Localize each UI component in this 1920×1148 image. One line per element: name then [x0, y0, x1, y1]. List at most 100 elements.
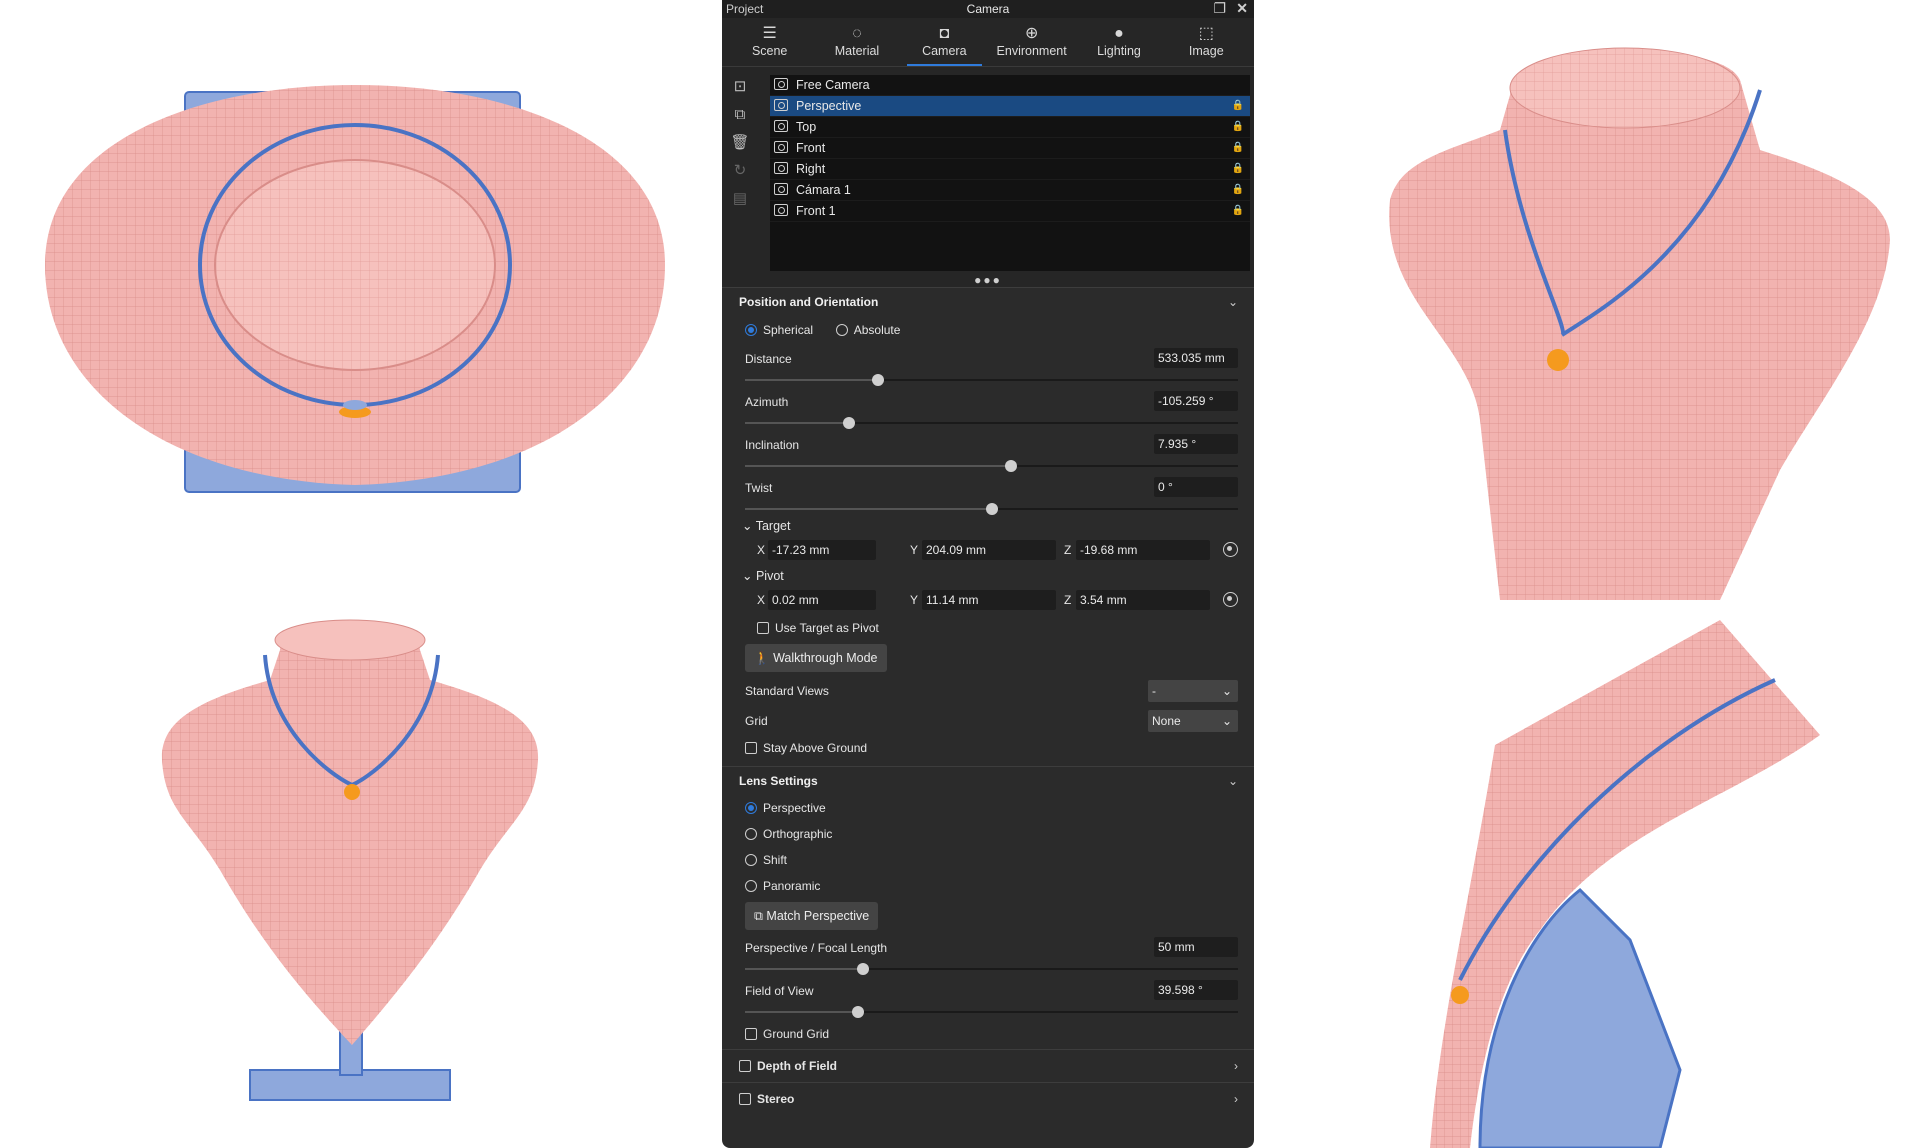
- lens-option-panoramic[interactable]: Panoramic: [722, 873, 1254, 899]
- match-perspective-row: ⧉ Match Perspective: [722, 899, 1254, 933]
- pivot-x-field[interactable]: 0.02 mm: [768, 590, 876, 610]
- camera-item-camara-1[interactable]: Cámara 1 🔒: [770, 180, 1250, 201]
- field-of-view-slider-track[interactable]: [745, 1006, 1238, 1018]
- camera-item-perspective[interactable]: Perspective 🔒: [770, 96, 1250, 117]
- orthographic-radio[interactable]: [745, 827, 757, 840]
- use-target-row: Use Target as Pivot: [722, 616, 1254, 640]
- pivot-group-header[interactable]: ⌄ Pivot: [722, 566, 1254, 586]
- restore-icon[interactable]: ❐: [1213, 0, 1226, 17]
- inclination-slider-knob[interactable]: [1005, 460, 1018, 472]
- stereo-header[interactable]: Stereo ›: [722, 1082, 1254, 1115]
- save-icon[interactable]: ▤: [726, 185, 754, 213]
- inclination-slider-track[interactable]: [745, 460, 1238, 472]
- camera-item-right[interactable]: Right 🔒: [770, 159, 1250, 180]
- distance-slider-knob[interactable]: [872, 374, 885, 386]
- camera-icon: [774, 78, 788, 90]
- match-perspective-button[interactable]: ⧉ Match Perspective: [745, 902, 879, 930]
- inclination-input[interactable]: 7.935 °: [1154, 434, 1238, 454]
- refresh-icon[interactable]: ↻: [726, 157, 754, 185]
- camera-panel: Project Camera ❐ ✕ ☰ Scene ◌ Material ◘ Cam…: [722, 0, 1254, 1148]
- azimuth-input[interactable]: -105.259 °: [1154, 391, 1238, 411]
- chevron-down-icon: ⌄: [742, 569, 753, 583]
- tab-lighting[interactable]: ● Lighting: [1075, 18, 1162, 66]
- camera-icon: [774, 99, 788, 111]
- target-x-field[interactable]: -17.23 mm: [768, 540, 876, 560]
- position-orientation-header[interactable]: Position and Orientation ⌄: [722, 287, 1254, 316]
- lens-option-shift[interactable]: Shift: [722, 847, 1254, 873]
- main-tabs: ☰ Scene ◌ Material ◘ Camera ⊕ Environment ● L…: [722, 18, 1254, 67]
- tab-environment[interactable]: ⊕ Environment: [988, 18, 1075, 66]
- azimuth-slider-track[interactable]: [745, 417, 1238, 429]
- lock-icon[interactable]: 🔒: [1232, 201, 1244, 221]
- shift-radio[interactable]: [745, 853, 757, 866]
- tab-scene[interactable]: ☰ Scene: [726, 18, 813, 66]
- use-target-checkbox[interactable]: [757, 621, 769, 634]
- distance-input[interactable]: 533.035 mm: [1154, 348, 1238, 368]
- bust-mesh: [161, 631, 539, 1045]
- camera-item-front[interactable]: Front 🔒: [770, 138, 1250, 159]
- walkthrough-button[interactable]: 🚶 Walkthrough Mode: [745, 644, 887, 672]
- azimuth-control: Azimuth -105.259 °: [722, 387, 1254, 430]
- twist-input[interactable]: 0 °: [1154, 477, 1238, 497]
- focal-length-slider-track[interactable]: [745, 963, 1238, 975]
- lock-icon[interactable]: 🔒: [1232, 117, 1244, 137]
- focal-length-slider-knob[interactable]: [857, 963, 870, 975]
- spherical-radio[interactable]: [745, 323, 757, 336]
- focal-length-input[interactable]: 50 mm: [1154, 937, 1238, 957]
- twist-control: Twist 0 °: [722, 473, 1254, 516]
- standard-views-select[interactable]: - ⌄: [1148, 680, 1238, 702]
- grid-row: Grid None ⌄: [722, 706, 1254, 736]
- panoramic-radio[interactable]: [745, 879, 757, 892]
- lock-icon[interactable]: 🔒: [1232, 138, 1244, 158]
- walkthrough-row: 🚶 Walkthrough Mode: [722, 640, 1254, 676]
- field-of-view-input[interactable]: 39.598 °: [1154, 980, 1238, 1000]
- distance-slider-track[interactable]: [745, 374, 1238, 386]
- lens-option-orthographic[interactable]: Orthographic: [722, 821, 1254, 847]
- camera-icon: ◘: [939, 25, 950, 42]
- stay-above-ground-checkbox[interactable]: [745, 741, 757, 754]
- pick-target-icon[interactable]: [1223, 542, 1238, 557]
- grid-select[interactable]: None ⌄: [1148, 710, 1238, 732]
- more-options-icon[interactable]: ●●●: [722, 273, 1254, 287]
- lock-icon[interactable]: 🔒: [1232, 96, 1244, 116]
- field-of-view-slider-knob[interactable]: [852, 1006, 865, 1018]
- twist-label: Twist: [745, 481, 773, 495]
- absolute-radio[interactable]: [835, 323, 848, 336]
- distance-control: Distance 533.035 mm: [722, 344, 1254, 387]
- perspective-radio[interactable]: [745, 801, 757, 814]
- camera-item-top[interactable]: Top 🔒: [770, 117, 1250, 138]
- depth-of-field-header[interactable]: Depth of Field ›: [722, 1049, 1254, 1082]
- pivot-z-field[interactable]: 3.54 mm: [1076, 590, 1210, 610]
- tab-camera[interactable]: ◘ Camera: [901, 18, 988, 66]
- chevron-down-icon: ⌄: [1221, 684, 1232, 698]
- camera-item-free-camera[interactable]: Free Camera: [770, 75, 1250, 96]
- twist-slider-knob[interactable]: [985, 503, 998, 515]
- stereo-checkbox[interactable]: [739, 1092, 751, 1105]
- viewport-perspective[interactable]: [1300, 0, 1920, 600]
- target-z-field[interactable]: -19.68 mm: [1076, 540, 1210, 560]
- duplicate-camera-icon[interactable]: ⧉: [726, 101, 754, 129]
- lock-icon[interactable]: 🔒: [1232, 159, 1244, 179]
- lens-settings-header[interactable]: Lens Settings ⌄: [722, 766, 1254, 795]
- camera-item-front-1[interactable]: Front 1 🔒: [770, 201, 1250, 222]
- pivot-y-field[interactable]: 11.14 mm: [922, 590, 1056, 610]
- lock-icon[interactable]: 🔒: [1232, 180, 1244, 200]
- pendant: [344, 784, 360, 800]
- viewport-front-view[interactable]: [0, 570, 700, 1148]
- tab-material[interactable]: ◌ Material: [813, 18, 900, 66]
- twist-slider-track[interactable]: [745, 503, 1238, 515]
- ground-grid-checkbox[interactable]: [745, 1027, 757, 1040]
- close-icon[interactable]: ✕: [1236, 0, 1248, 17]
- tab-image[interactable]: ⬚ Image: [1163, 18, 1250, 66]
- add-camera-icon[interactable]: ⊡: [726, 73, 754, 101]
- target-group-header[interactable]: ⌄ Target: [722, 516, 1254, 536]
- depth-of-field-checkbox[interactable]: [739, 1059, 751, 1072]
- azimuth-slider-knob[interactable]: [842, 417, 855, 429]
- lens-option-perspective[interactable]: Perspective: [722, 795, 1254, 821]
- azimuth-label: Azimuth: [745, 395, 789, 409]
- pick-pivot-icon[interactable]: [1223, 592, 1238, 607]
- target-y-field[interactable]: 204.09 mm: [922, 540, 1056, 560]
- viewport-side-view[interactable]: [1300, 600, 1920, 1148]
- delete-icon[interactable]: 🗑: [726, 129, 754, 157]
- viewport-top-view[interactable]: [0, 0, 700, 560]
